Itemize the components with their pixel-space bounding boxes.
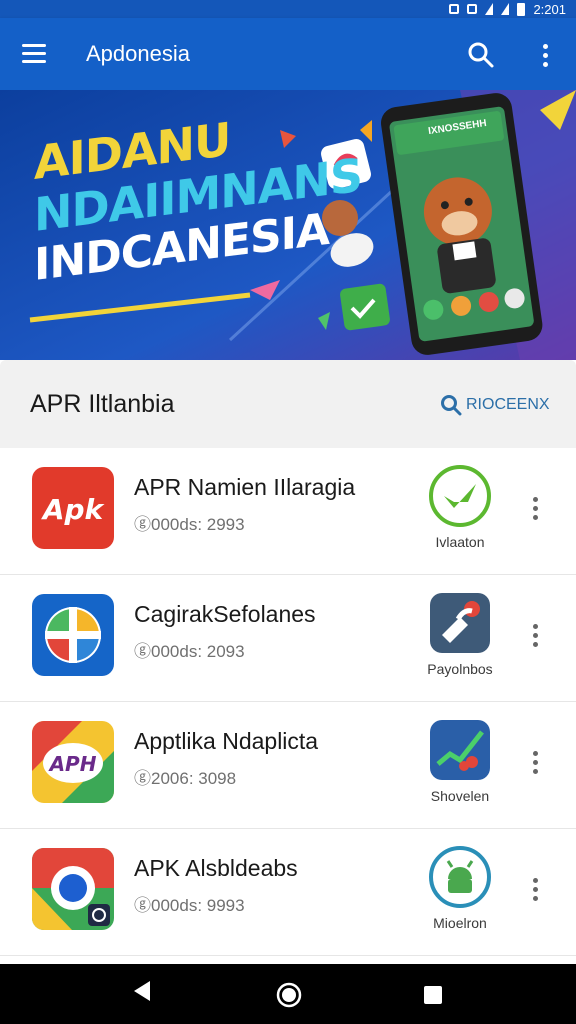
more-vert-icon[interactable] — [522, 869, 548, 909]
app-downloads: ⓖ000ds: 9993 — [134, 896, 245, 915]
chart-badge-icon — [430, 720, 490, 780]
section-search-button[interactable]: RIOCEENX — [440, 394, 550, 416]
battery-icon — [517, 2, 526, 16]
list-item[interactable]: APK Alsbldeabs ⓖ000ds: 9993 Mioelron — [0, 829, 576, 956]
action-button[interactable]: Mioelron — [420, 845, 500, 941]
recents-square-icon[interactable] — [424, 986, 442, 1004]
svg-text:Apk: Apk — [41, 493, 106, 526]
status-icons: 2:201 — [449, 0, 566, 18]
action-button[interactable]: Payolnbos — [420, 591, 500, 687]
app-title: Apdonesia — [86, 41, 190, 66]
wifi-signal-icon — [485, 3, 494, 15]
list-item[interactable]: APH Apptlika Ndaplicta ⓖ2006: 3098 Shove… — [0, 702, 576, 829]
more-vert-icon[interactable] — [522, 488, 548, 528]
app-title: Apptlika Ndaplicta — [134, 728, 319, 754]
home-circle-icon[interactable] — [276, 982, 302, 1008]
action-button[interactable]: Ivlaaton — [420, 464, 500, 560]
svg-text:APH: APH — [48, 752, 97, 776]
app-downloads: ⓖ000ds: 2093 — [134, 642, 245, 661]
system-nav-bar — [0, 964, 576, 1024]
more-vert-icon[interactable] — [532, 40, 558, 70]
list-item[interactable]: Apk APR Namien IIlaragia ⓖ000ds: 2993 Iv… — [0, 448, 576, 575]
app-bar: Apdonesia — [0, 18, 576, 90]
status-bar: 2:201 — [0, 0, 576, 18]
action-label: Shovelen — [430, 788, 490, 804]
action-label: Payolnbos — [427, 661, 493, 677]
android-badge-icon — [429, 846, 491, 908]
back-triangle-icon[interactable] — [132, 980, 152, 1002]
search-icon[interactable] — [466, 40, 496, 70]
app-title: APK Alsbldeabs — [134, 855, 298, 881]
apk-logo-icon: Apk — [32, 467, 114, 549]
check-badge-icon — [429, 465, 491, 527]
section-search-label: RIOCEENX — [466, 396, 550, 413]
app-downloads: ⓖ2006: 3098 — [134, 769, 237, 788]
app-title: CagirakSefolanes — [134, 601, 316, 627]
status-time: 2:201 — [533, 1, 566, 17]
cell-signal-icon — [501, 3, 510, 15]
app-downloads: ⓖ000ds: 2993 — [134, 515, 245, 534]
action-button[interactable]: Shovelen — [420, 718, 500, 814]
notification-icon — [449, 4, 460, 14]
section-header: APR Iltlanbia RIOCEENX — [0, 360, 576, 448]
promo-banner[interactable]: AIDANU NDAIIMNANS INDCANESIA IXNOSSEHH — [0, 90, 576, 360]
chrome-like-icon — [32, 848, 114, 930]
list-item[interactable]: CagirakSefolanes ⓖ000ds: 2093 Payolnbos — [0, 575, 576, 702]
more-vert-icon[interactable] — [522, 742, 548, 782]
app-title: APR Namien IIlaragia — [134, 474, 356, 500]
action-label: Mioelron — [433, 915, 487, 931]
section-title: APR Iltlanbia — [30, 390, 175, 418]
hamburger-menu-icon[interactable] — [20, 40, 50, 68]
vibrate-icon — [467, 4, 478, 14]
wrench-badge-icon — [430, 593, 490, 653]
action-label: Ivlaaton — [435, 534, 485, 550]
more-vert-icon[interactable] — [522, 615, 548, 655]
search-icon — [441, 395, 462, 416]
quadrant-badge-icon — [32, 594, 114, 676]
app-list: Apk APR Namien IIlaragia ⓖ000ds: 2993 Iv… — [0, 448, 576, 956]
apk-swirl-icon: APH — [32, 721, 114, 803]
